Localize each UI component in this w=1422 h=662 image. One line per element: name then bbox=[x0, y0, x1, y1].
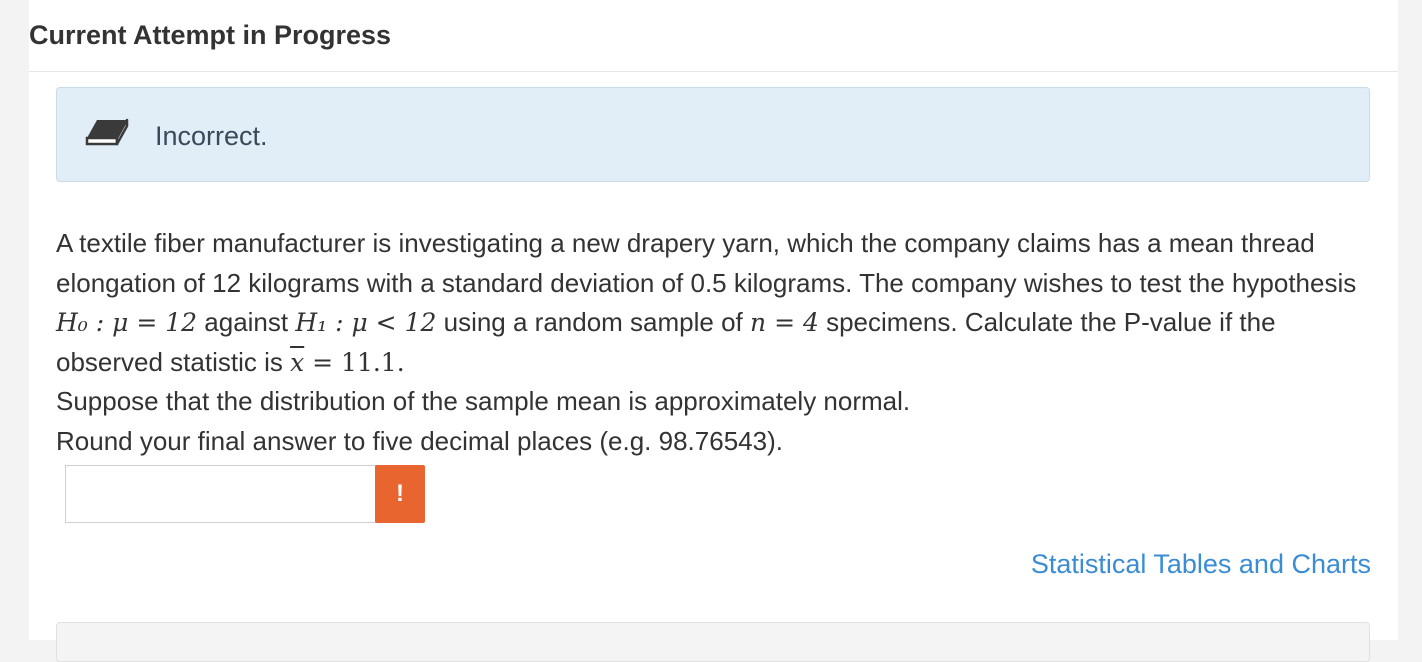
sample-mean-value: = 11.1 bbox=[304, 347, 397, 377]
divider bbox=[29, 71, 1398, 72]
question-connector-2: using a random sample of bbox=[436, 307, 751, 337]
warning-badge[interactable]: ! bbox=[375, 465, 425, 523]
sample-mean-symbol: x bbox=[290, 347, 305, 377]
alt-hypothesis: H₁ : μ < 12 bbox=[295, 308, 437, 337]
question-intro: A textile fiber manufacturer is investig… bbox=[56, 228, 1357, 298]
statistical-tables-link[interactable]: Statistical Tables and Charts bbox=[1031, 549, 1371, 580]
eraser-icon bbox=[85, 118, 129, 146]
sample-size: n = 4 bbox=[750, 308, 819, 337]
answer-input[interactable] bbox=[65, 465, 376, 523]
question-assumption: Suppose that the distribution of the sam… bbox=[56, 386, 911, 416]
feedback-alert: Incorrect. bbox=[56, 87, 1370, 182]
question-connector: against bbox=[197, 307, 296, 337]
question-period: . bbox=[396, 347, 405, 377]
null-hypothesis: H₀ : μ = 12 bbox=[56, 308, 198, 337]
feedback-status: Incorrect. bbox=[155, 121, 268, 151]
question-paragraph: A textile fiber manufacturer is investig… bbox=[56, 224, 1386, 382]
question-panel: Current Attempt in Progress Incorrect. A… bbox=[29, 0, 1398, 662]
next-section bbox=[56, 622, 1370, 662]
page-title: Current Attempt in Progress bbox=[29, 20, 392, 50]
question-instructions: Round your final answer to five decimal … bbox=[56, 425, 783, 456]
question-text: A textile fiber manufacturer is investig… bbox=[56, 224, 1386, 461]
